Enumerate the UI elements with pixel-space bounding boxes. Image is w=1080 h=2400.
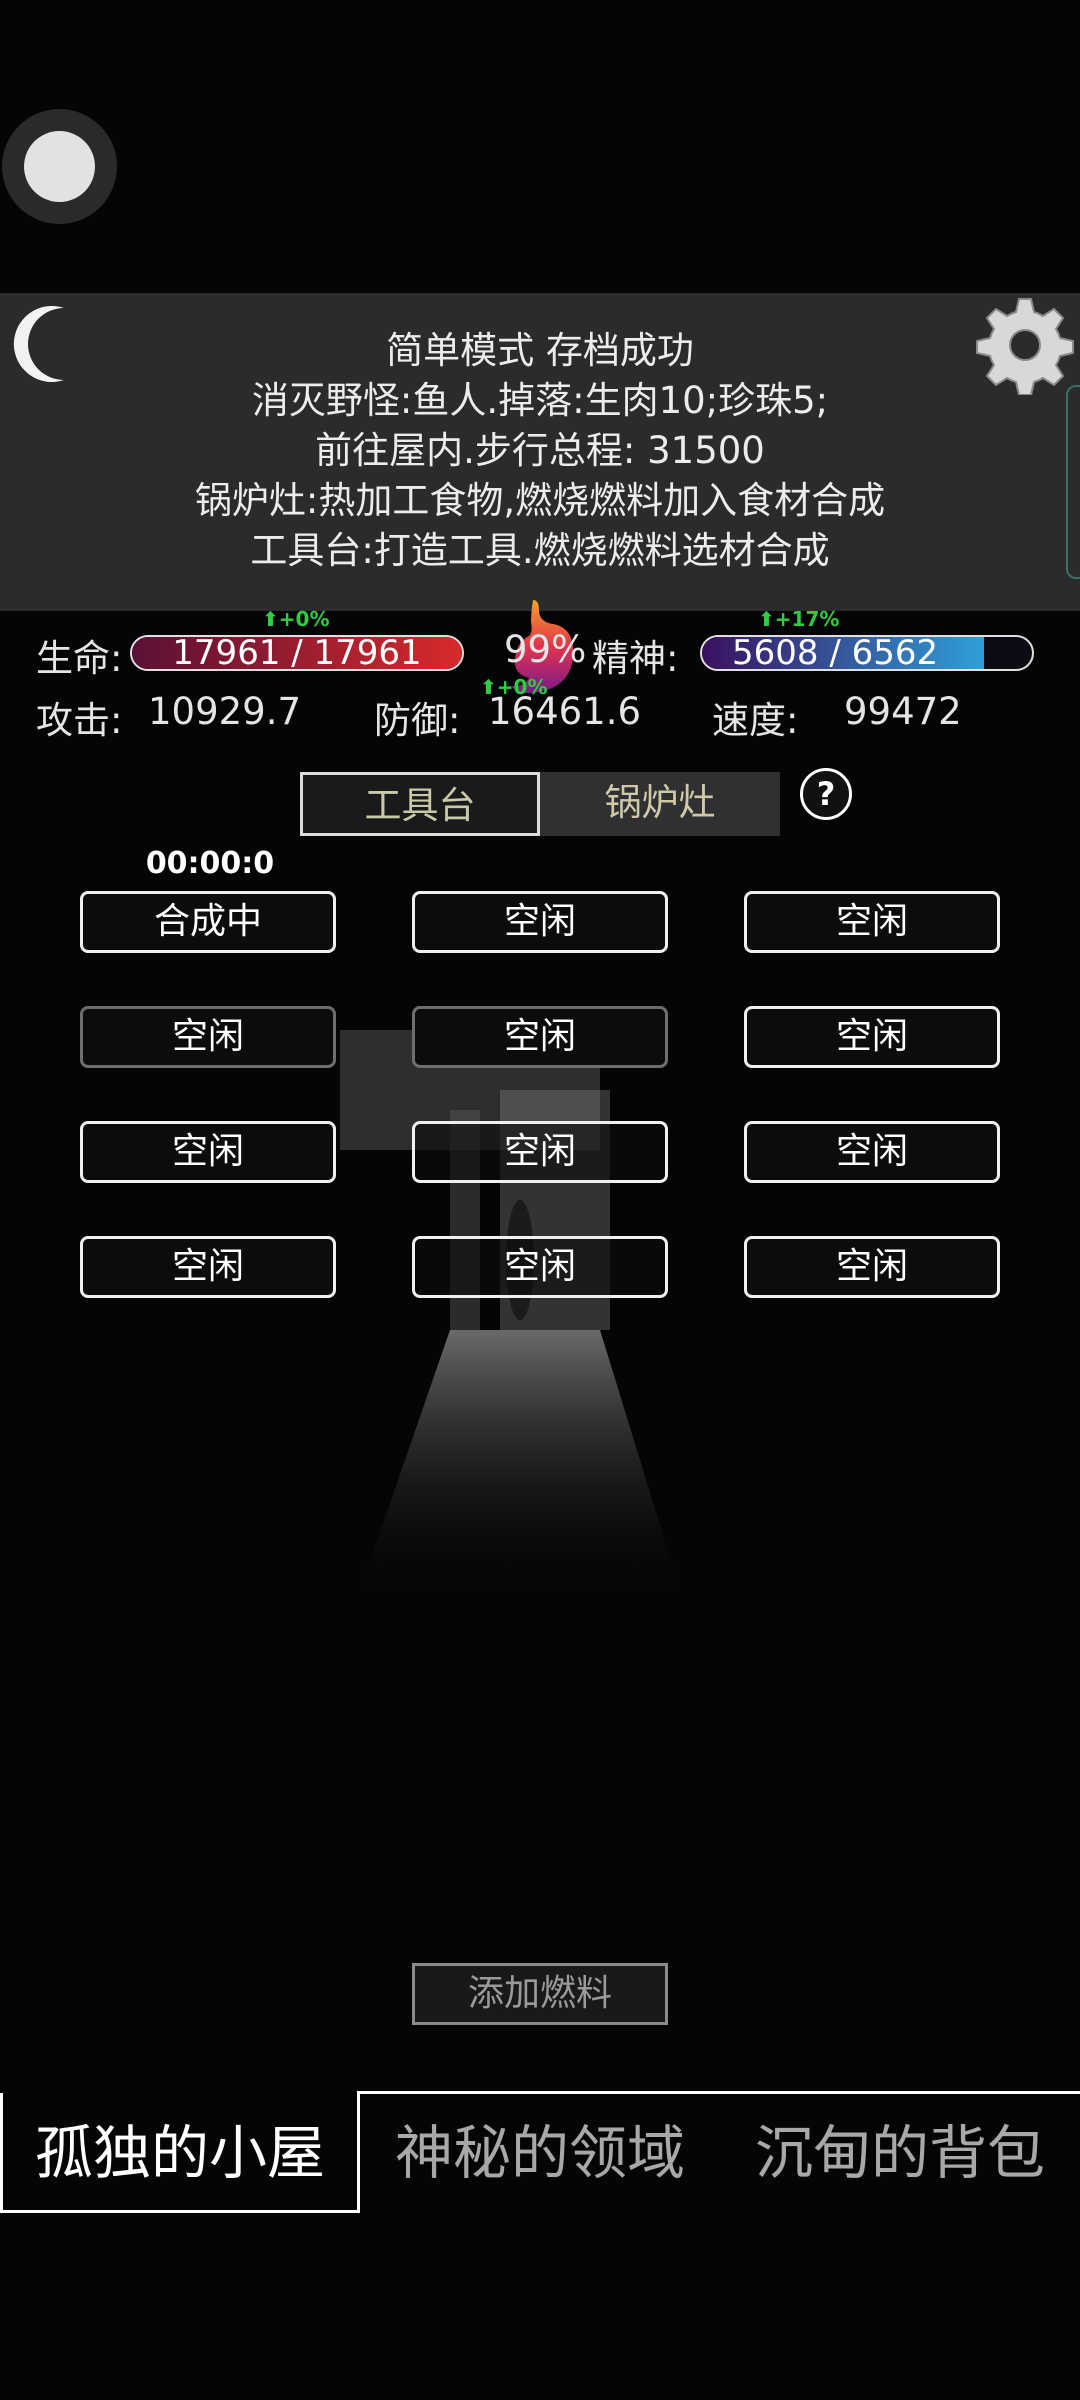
spirit-buff: ⬆+17% bbox=[758, 607, 840, 631]
arrow-up-icon: ⬆ bbox=[758, 607, 775, 631]
speed-value: 99472 bbox=[844, 690, 962, 733]
spirit-value: 5608 / 6562 bbox=[732, 635, 939, 671]
nav-tab-cabin[interactable]: 孤独的小屋 bbox=[0, 2093, 360, 2213]
help-icon[interactable]: ? bbox=[800, 768, 852, 820]
spirit-bar: 5608 / 6562 bbox=[700, 635, 1034, 671]
attack-label: 攻击: bbox=[36, 699, 123, 742]
floating-menu-button[interactable] bbox=[2, 109, 117, 224]
doorway-illustration bbox=[340, 1030, 680, 1590]
craft-slot[interactable]: 空闲 bbox=[412, 891, 668, 953]
moon-icon[interactable] bbox=[12, 304, 80, 384]
craft-slot[interactable]: 空闲 bbox=[412, 1236, 668, 1298]
life-buff: ⬆+0% bbox=[262, 607, 330, 631]
attack-value: 10929.7 bbox=[148, 690, 302, 733]
craft-slot[interactable]: 空闲 bbox=[744, 891, 1000, 953]
gear-icon[interactable] bbox=[975, 295, 1075, 395]
nav-tab-bag[interactable]: 沉甸的背包 bbox=[720, 2093, 1080, 2213]
message-log: 简单模式 存档成功 消灭野怪:鱼人.掉落:生肉10;珍珠5; 前往屋内.步行总程… bbox=[0, 293, 1080, 611]
life-label: 生命: bbox=[36, 637, 123, 680]
side-drawer-handle[interactable] bbox=[1066, 385, 1080, 579]
tab-boiler[interactable]: 锅炉灶 bbox=[540, 772, 780, 836]
log-line: 前往屋内.步行总程: 31500 bbox=[315, 429, 765, 472]
craft-timer: 00:00:0 bbox=[145, 846, 275, 881]
craft-slot[interactable]: 空闲 bbox=[412, 1006, 668, 1068]
stomach-percent: 99% bbox=[504, 628, 587, 671]
life-value: 17961 / 17961 bbox=[172, 635, 422, 671]
tab-workbench[interactable]: 工具台 bbox=[300, 772, 540, 836]
life-bar: 17961 / 17961 bbox=[130, 635, 464, 671]
log-line: 简单模式 存档成功 bbox=[386, 329, 694, 372]
log-line: 消灭野怪:鱼人.掉落:生肉10;珍珠5; bbox=[251, 379, 829, 422]
defense-label: 防御: bbox=[374, 699, 461, 742]
spirit-label: 精神: bbox=[592, 637, 679, 680]
craft-slot[interactable]: 合成中 bbox=[80, 891, 336, 953]
nav-tab-domain[interactable]: 神秘的领域 bbox=[360, 2093, 720, 2213]
craft-slot[interactable]: 空闲 bbox=[744, 1121, 1000, 1183]
craft-slot[interactable]: 空闲 bbox=[80, 1236, 336, 1298]
add-fuel-button[interactable]: 添加燃料 bbox=[412, 1963, 668, 2025]
speed-label: 速度: bbox=[712, 699, 799, 742]
craft-slot[interactable]: 空闲 bbox=[412, 1121, 668, 1183]
craft-slot[interactable]: 空闲 bbox=[744, 1236, 1000, 1298]
craft-slot[interactable]: 空闲 bbox=[80, 1006, 336, 1068]
arrow-up-icon: ⬆ bbox=[262, 607, 279, 631]
log-line: 工具台:打造工具.燃烧燃料选材合成 bbox=[250, 529, 830, 572]
craft-slot[interactable]: 空闲 bbox=[80, 1121, 336, 1183]
craft-slot[interactable]: 空闲 bbox=[744, 1006, 1000, 1068]
log-line: 锅炉灶:热加工食物,燃烧燃料加入食材合成 bbox=[194, 479, 886, 522]
defense-value: 16461.6 bbox=[488, 690, 642, 733]
